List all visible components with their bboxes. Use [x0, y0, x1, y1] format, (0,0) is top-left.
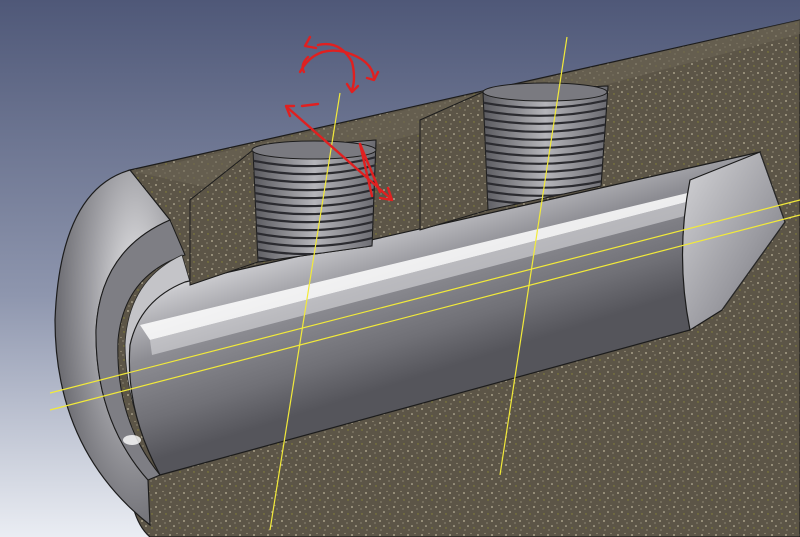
cad-viewport[interactable]: [0, 0, 800, 537]
viewport-canvas[interactable]: [0, 0, 800, 537]
